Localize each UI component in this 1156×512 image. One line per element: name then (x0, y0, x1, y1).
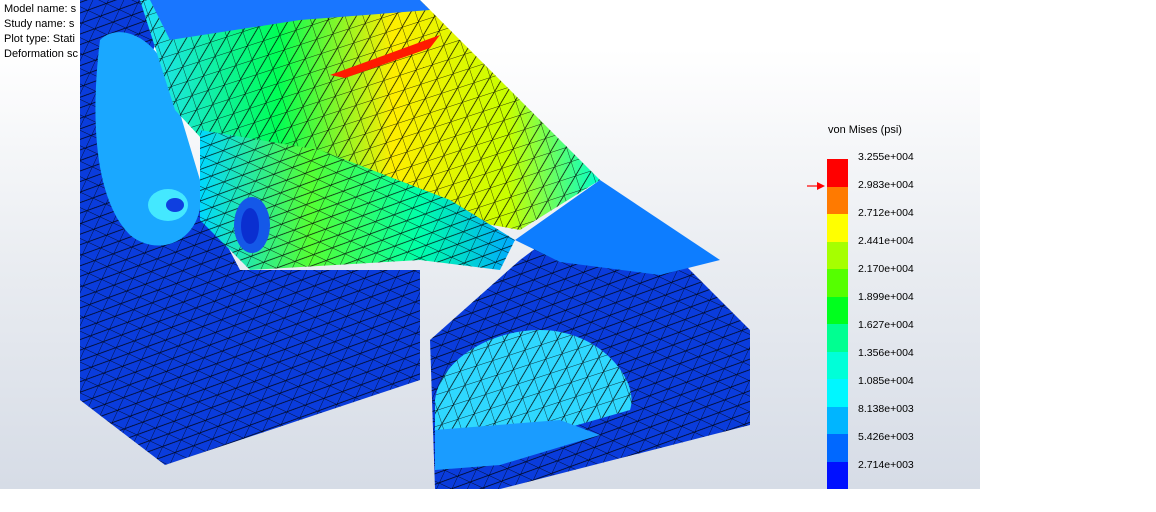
plot-type-row: Plot type: Stati (4, 33, 75, 45)
legend-title: von Mises (psi) (828, 124, 902, 136)
fea-viewport[interactable]: Model name: s Study name: s Plot type: S… (0, 0, 980, 489)
color-legend (827, 159, 848, 489)
legend-seg (827, 434, 848, 462)
legend-seg (827, 296, 848, 324)
legend-value: 1.899e+004 (858, 291, 914, 303)
legend-value: 1.085e+004 (858, 375, 914, 387)
deformation-scale-row: Deformation sc (4, 48, 78, 60)
legend-seg (827, 241, 848, 269)
legend-value: 1.627e+004 (858, 319, 914, 331)
legend-value: 1.356e+004 (858, 347, 914, 359)
legend-value: 8.138e+003 (858, 403, 914, 415)
legend-seg (827, 324, 848, 352)
study-name-row: Study name: s (4, 18, 75, 30)
legend-seg (827, 269, 848, 297)
legend-seg (827, 186, 848, 214)
legend-seg (827, 461, 848, 489)
legend-seg (827, 214, 848, 242)
legend-seg (827, 379, 848, 407)
legend-seg (827, 159, 848, 187)
legend-value: 3.255e+004 (858, 151, 914, 163)
max-arrow-icon (807, 182, 825, 190)
legend-value: 2.712e+004 (858, 207, 914, 219)
legend-seg (827, 351, 848, 379)
legend-value: 2.441e+004 (858, 235, 914, 247)
model-name-row: Model name: s (4, 3, 77, 15)
legend-value: 5.426e+003 (858, 431, 914, 443)
legend-seg (827, 406, 848, 434)
legend-value: 2.983e+004 (858, 179, 914, 191)
legend-value: 2.714e+003 (858, 459, 914, 471)
plot-info: Model name: s Study name: s Plot type: S… (4, 2, 78, 62)
legend-value: 2.170e+004 (858, 263, 914, 275)
